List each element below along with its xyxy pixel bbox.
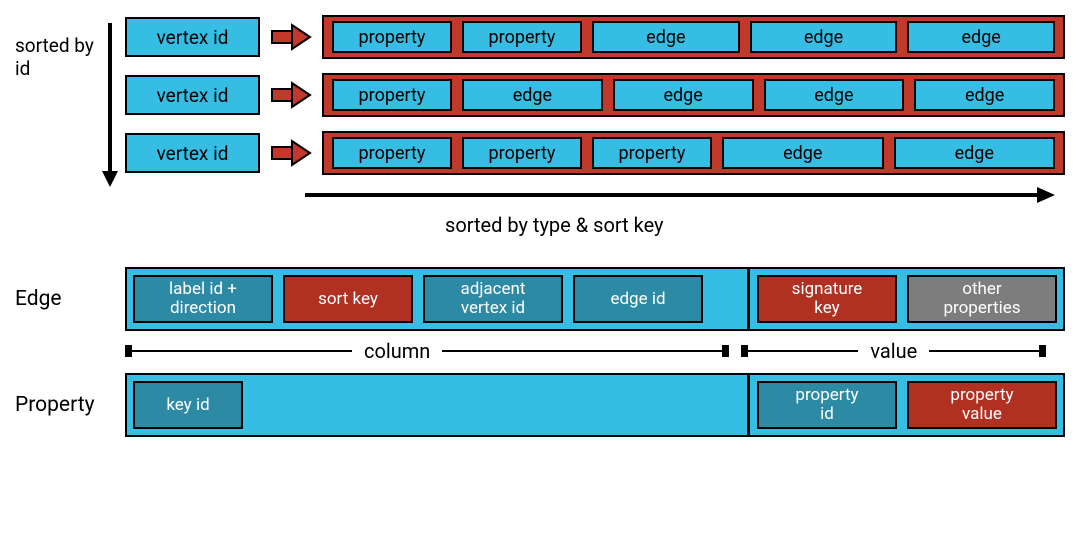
struct-cell: adjacentvertex id: [423, 275, 563, 323]
struct-cell: propertyid: [757, 381, 897, 429]
right-arrow-icon: [125, 185, 1055, 207]
vertex-id-box: vertex id: [125, 75, 260, 115]
edge-cell: edge: [722, 137, 884, 169]
property-cell: property: [462, 137, 582, 169]
property-struct-label: Property: [15, 393, 125, 417]
sort-axis-arrow-row: sorted by type & sort key: [125, 185, 1065, 237]
struct-section: Edge label id +directionsort keyadjacent…: [15, 267, 1065, 437]
edge-cell: edge: [613, 79, 754, 111]
struct-cell: signaturekey: [757, 275, 897, 323]
column-value-divider: [747, 267, 750, 331]
top-section: sorted by id vertex id property property e…: [15, 15, 1065, 237]
vertex-id-box: vertex id: [125, 17, 260, 57]
struct-cell: edge id: [573, 275, 703, 323]
struct-cell: key id: [133, 381, 243, 429]
vertex-row: vertex id property property property edgeed…: [125, 131, 1065, 175]
axis-line: [929, 350, 1039, 352]
property-cell: property: [332, 79, 452, 111]
arrow-right-icon: [270, 23, 312, 51]
edge-cell: edge: [914, 79, 1055, 111]
column-value-divider: [747, 373, 750, 437]
edge-cell: edge: [907, 21, 1055, 53]
vertex-row: vertex id property property edge edge edge: [125, 15, 1065, 59]
struct-cell: sort key: [283, 275, 413, 323]
property-struct-row: Property key id propertyidpropertyvalue: [15, 373, 1065, 437]
arrow-right-icon: [270, 139, 312, 167]
property-cell: property: [332, 137, 452, 169]
struct-cell: label id +direction: [133, 275, 273, 323]
property-cell: property: [592, 137, 712, 169]
sort-bar: property property edge edge edge: [322, 15, 1065, 59]
down-arrow-icon: [101, 23, 119, 188]
edge-struct-bar: label id +directionsort keyadjacentverte…: [125, 267, 1065, 331]
axis-cap: [1039, 345, 1046, 357]
edge-cell: edge: [894, 137, 1056, 169]
column-value-axis: column value: [125, 339, 1065, 363]
edge-cell: edge: [592, 21, 740, 53]
axis-line: [442, 350, 722, 352]
axis-line: [748, 350, 858, 352]
vertex-rows: vertex id propertypropertyedgeedgeedgeve…: [125, 15, 1065, 175]
vertex-row: vertex id property edge edge edge edge: [125, 73, 1065, 117]
vertex-id-box: vertex id: [125, 133, 260, 173]
axis-cap: [741, 345, 748, 357]
edge-cell: edge: [462, 79, 603, 111]
edge-cell: edge: [750, 21, 898, 53]
sort-bar: property property property edge edge: [322, 131, 1065, 175]
edge-struct-row: Edge label id +directionsort keyadjacent…: [15, 267, 1065, 331]
arrow-right-icon: [270, 81, 312, 109]
property-cell: property: [462, 21, 582, 53]
sort-axis-label: sorted by type & sort key: [445, 213, 1065, 237]
struct-cell: otherproperties: [907, 275, 1057, 323]
axis-cap: [125, 345, 132, 357]
axis-cap: [722, 345, 729, 357]
edge-cell: edge: [764, 79, 905, 111]
struct-cell: propertyvalue: [907, 381, 1057, 429]
sorted-by-id-label: sorted by id: [15, 35, 95, 81]
property-struct-bar: key id propertyidpropertyvalue: [125, 373, 1065, 437]
column-axis-label: column: [352, 339, 442, 363]
value-axis-label: value: [858, 339, 929, 363]
axis-line: [132, 350, 352, 352]
property-cell: property: [332, 21, 452, 53]
sort-bar: property edge edge edge edge: [322, 73, 1065, 117]
edge-struct-label: Edge: [15, 287, 125, 311]
